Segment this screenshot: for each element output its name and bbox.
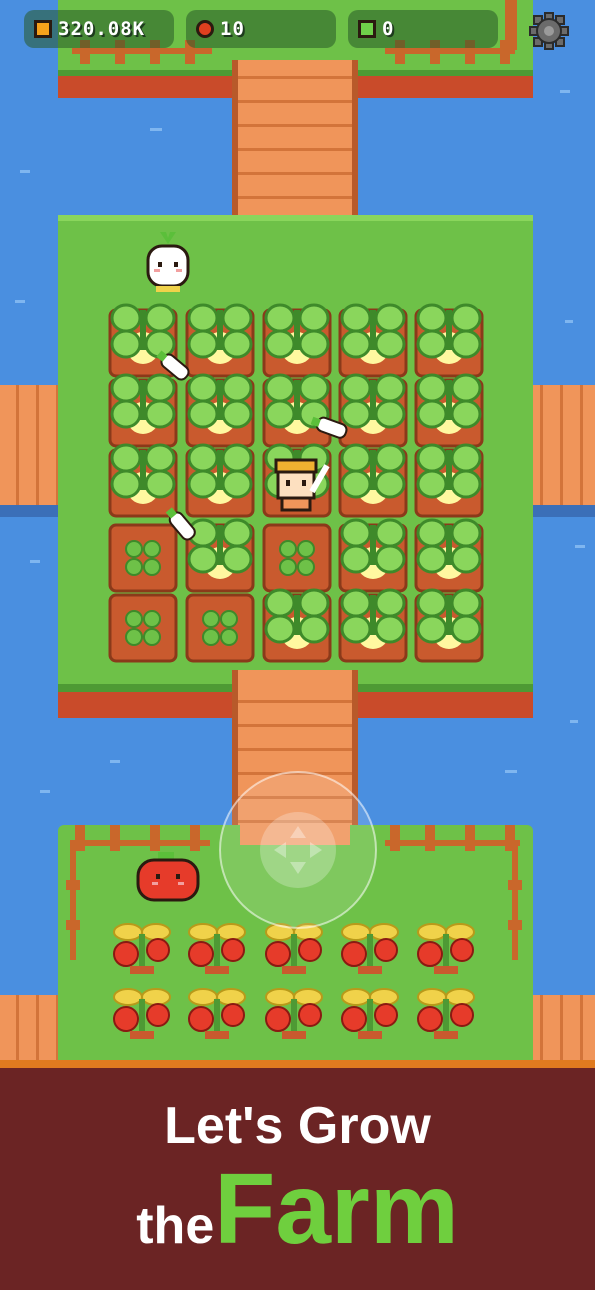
turnip-plot-grown[interactable] bbox=[338, 373, 408, 448]
turnip-plot-sprout[interactable] bbox=[185, 593, 255, 663]
virtual-joystick[interactable] bbox=[219, 771, 377, 929]
game-screen: 320.08K 10 0 Let's Grow theFarm bbox=[0, 0, 595, 1290]
banner-headline: Let's Grow bbox=[164, 1097, 431, 1155]
turnip-plot-grown[interactable] bbox=[414, 518, 484, 593]
turnip-plot-grown[interactable] bbox=[414, 443, 484, 518]
turnip-plot-grown[interactable] bbox=[262, 303, 332, 378]
turnip-plot-grown[interactable] bbox=[338, 303, 408, 378]
turnip-plot-sprout[interactable] bbox=[108, 523, 178, 593]
green-seed-icon bbox=[358, 20, 376, 38]
seed-value: 0 bbox=[382, 18, 395, 40]
banner-the: the bbox=[136, 1197, 215, 1255]
red-gem-icon bbox=[196, 20, 214, 38]
settings-button[interactable] bbox=[528, 12, 570, 50]
promo-banner: Let's Grow theFarm bbox=[0, 1060, 595, 1290]
turnip-plot-grown[interactable] bbox=[338, 443, 408, 518]
turnip-plot-sprout[interactable] bbox=[262, 523, 332, 593]
gear-icon bbox=[529, 12, 569, 50]
gem-counter: 10 bbox=[186, 10, 336, 48]
turnip-plot-grown[interactable] bbox=[108, 373, 178, 448]
top-bridge bbox=[232, 60, 358, 230]
gold-coin-icon bbox=[34, 20, 52, 38]
turnip-plot-grown[interactable] bbox=[338, 588, 408, 663]
gold-value: 320.08K bbox=[58, 18, 146, 40]
banner-subline: theFarm bbox=[0, 1152, 595, 1267]
turnip-plot-grown[interactable] bbox=[185, 373, 255, 448]
turnip-plot-grown[interactable] bbox=[185, 303, 255, 378]
turnip-plot-grown[interactable] bbox=[108, 443, 178, 518]
turnip-plot-grown[interactable] bbox=[414, 373, 484, 448]
game-world[interactable] bbox=[0, 0, 595, 1060]
turnip-plot-grown[interactable] bbox=[262, 588, 332, 663]
gold-counter: 320.08K bbox=[24, 10, 174, 48]
banner-stripe bbox=[0, 1060, 595, 1068]
turnip-plot-grown[interactable] bbox=[414, 303, 484, 378]
turnip-plot-grown[interactable] bbox=[185, 443, 255, 518]
turnip-plot-grown[interactable] bbox=[414, 588, 484, 663]
gem-value: 10 bbox=[220, 18, 245, 40]
right-bridge-mid bbox=[525, 385, 595, 517]
turnip-plot-grown[interactable] bbox=[338, 518, 408, 593]
turnip-plot-sprout[interactable] bbox=[108, 593, 178, 663]
turnip-plot-grown[interactable] bbox=[185, 518, 255, 593]
turnip-plot-grown[interactable] bbox=[262, 373, 332, 448]
seed-counter: 0 bbox=[348, 10, 498, 48]
banner-farm: Farm bbox=[214, 1153, 459, 1265]
right-bridge-bottom bbox=[525, 995, 595, 1060]
